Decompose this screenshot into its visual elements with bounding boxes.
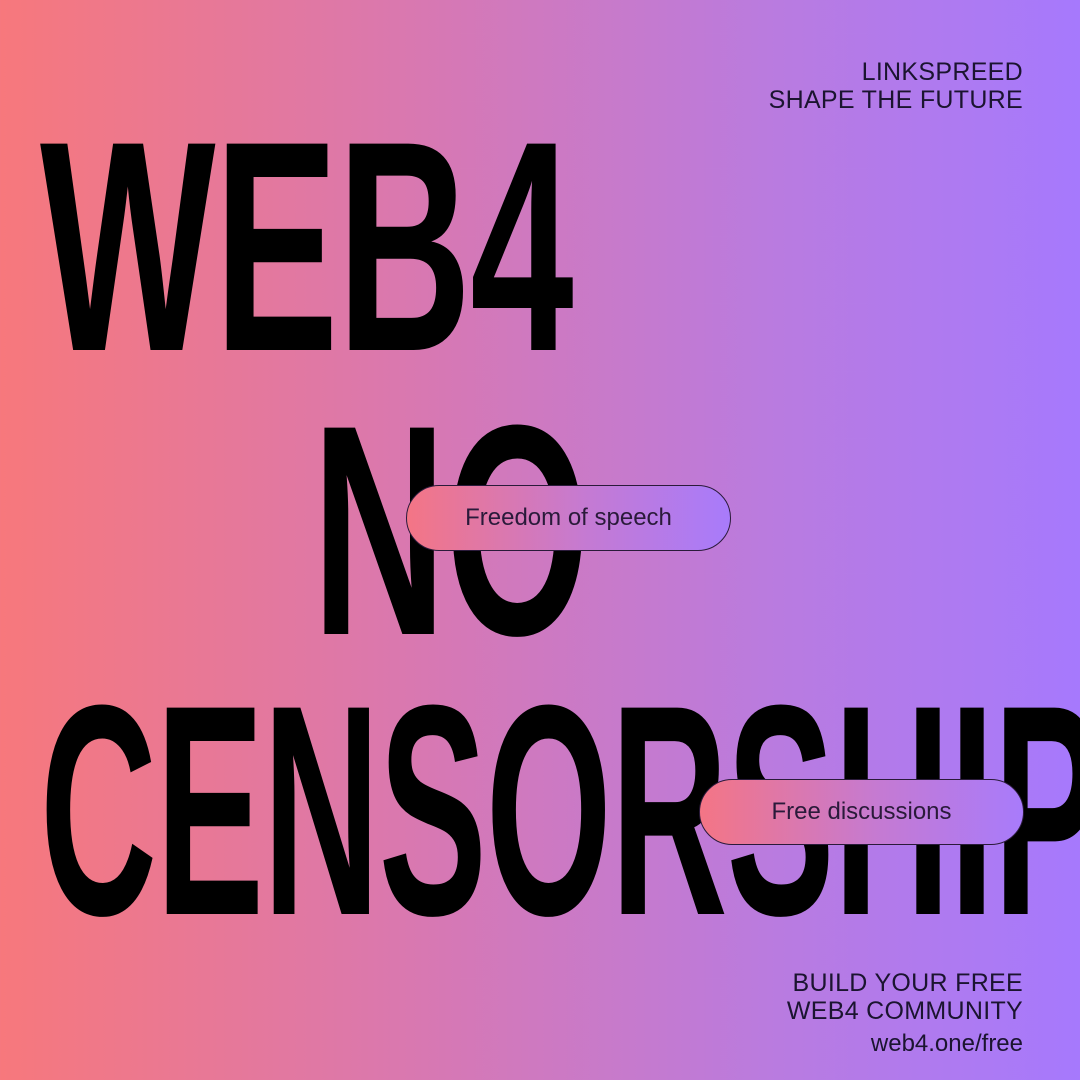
cta-block: BUILD YOUR FREE WEB4 COMMUNITY xyxy=(787,969,1023,1025)
brand-block: LINKSPREED SHAPE THE FUTURE xyxy=(769,58,1023,114)
cta-url-link[interactable]: web4.one/free xyxy=(871,1030,1023,1058)
brand-name: LINKSPREED xyxy=(861,58,1023,86)
cta-line-1: BUILD YOUR FREE xyxy=(792,969,1023,997)
freedom-of-speech-pill[interactable]: Freedom of speech xyxy=(406,485,731,551)
cta-line-2: WEB4 COMMUNITY xyxy=(786,997,1023,1025)
headline-line-web4: WEB4 xyxy=(40,78,574,414)
free-discussions-pill[interactable]: Free discussions xyxy=(699,779,1024,845)
brand-slogan: SHAPE THE FUTURE xyxy=(768,86,1023,114)
